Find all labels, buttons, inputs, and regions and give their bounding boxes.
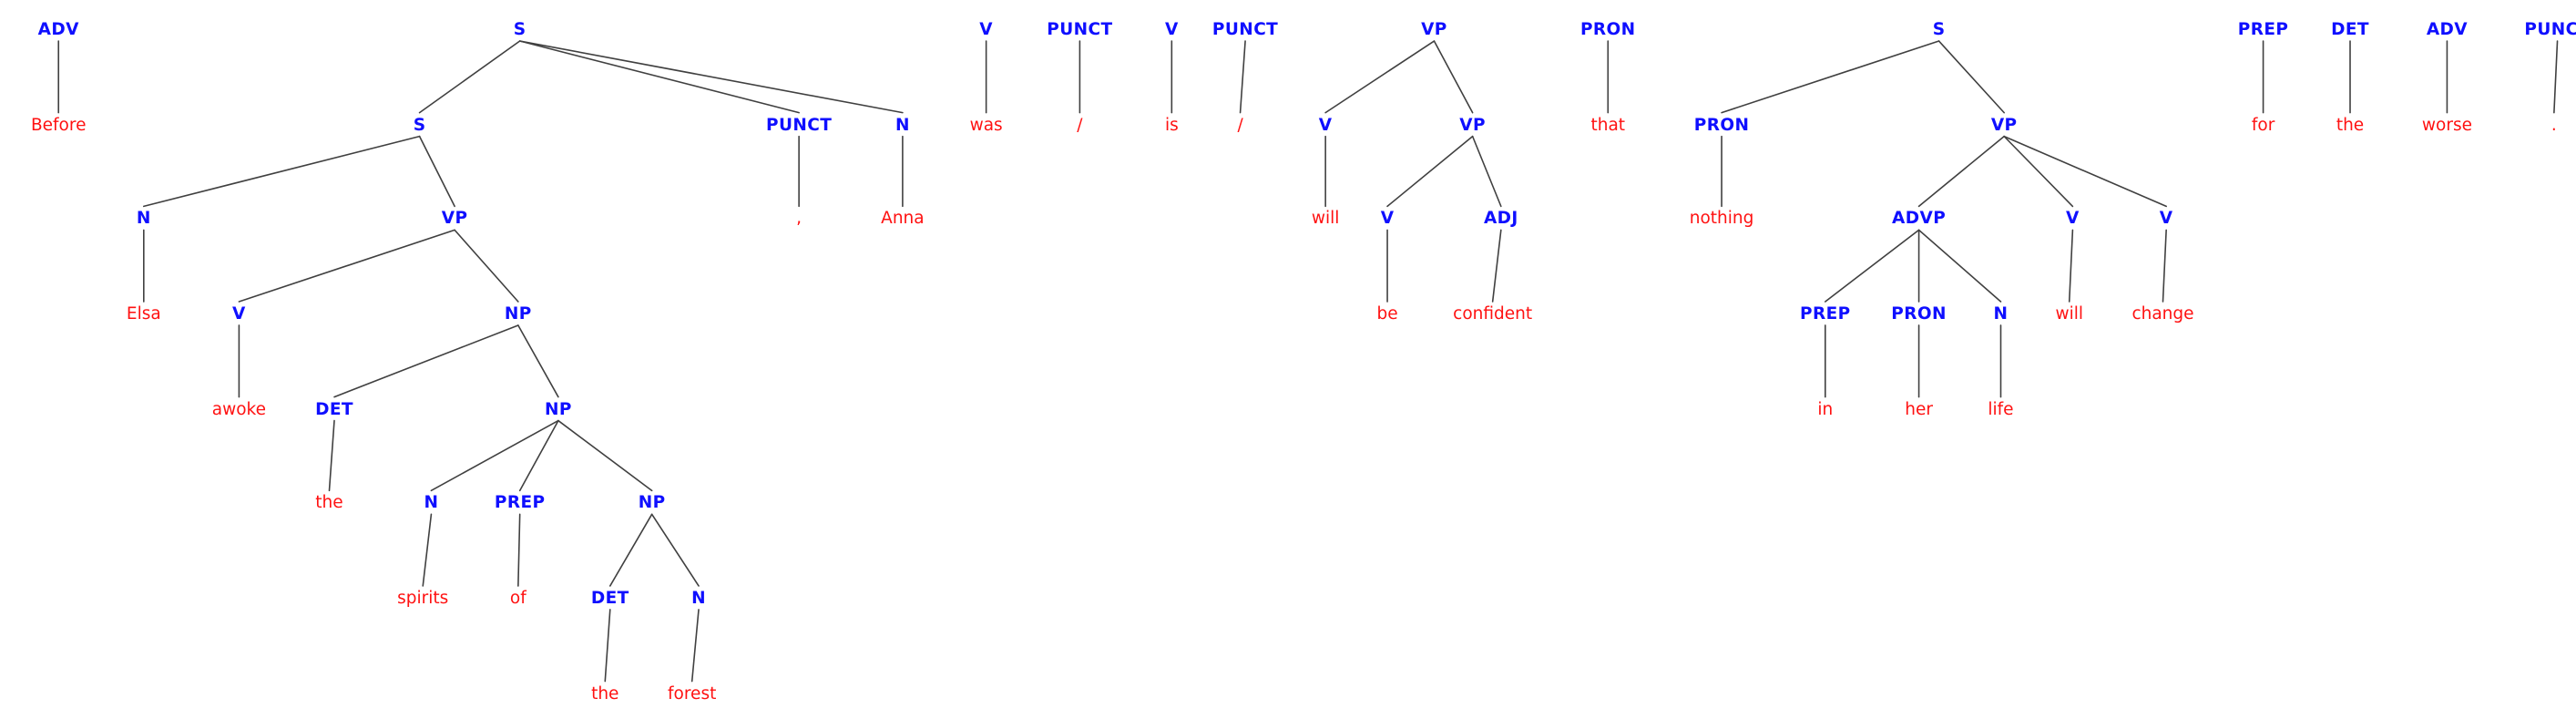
tree-nonterminal-pron: PRON (1579, 19, 1636, 39)
tree-terminal-the: the (315, 493, 343, 513)
tree-terminal-spirits: spirits (397, 588, 449, 608)
tree-terminal-awoke: awoke (211, 399, 267, 419)
tree-terminal-in: in (1817, 399, 1834, 419)
tree-nonterminal-v: V (1164, 19, 1179, 39)
tree-terminal-before: Before (30, 115, 87, 135)
tree-terminal-forest: forest (668, 683, 717, 704)
tree-nonterminal-punct: PUNCT (2524, 19, 2576, 39)
tree-nonterminal-np: NP (638, 493, 666, 513)
tree-nonterminal-vp: VP (1990, 115, 2018, 135)
tree-nonterminal-n: N (894, 115, 910, 135)
tree-terminal-anna: Anna (881, 209, 925, 229)
tree-nonterminal-det: DET (2331, 19, 2369, 39)
tree-nonterminal-vp: VP (1421, 19, 1447, 39)
tree-terminal-her: her (1905, 399, 1933, 419)
tree-terminal-confident: confident (1453, 303, 1533, 324)
tree-nonterminal-adv: ADV (2426, 19, 2469, 39)
tree-nonterminal-vp: VP (1459, 115, 1486, 135)
tree-terminal-of: of (509, 588, 526, 608)
tree-nonterminal-n: N (1993, 303, 2009, 324)
tree-nonterminal-v: V (1318, 115, 1333, 135)
tree-nonterminal-v: V (1380, 209, 1395, 229)
tree-nonterminal-s: S (513, 19, 526, 39)
parse-tree-canvas: ADV Before S S PUNCT N, Anna N VP Elsa V NP awoke DET… (0, 0, 2576, 709)
tree-terminal-that: that (1590, 115, 1626, 135)
tree-terminal-worse: worse (2421, 115, 2472, 135)
tree-nonterminal-v: V (979, 19, 993, 39)
tree-terminal-is: is (1164, 115, 1179, 135)
tree-terminal-for: for (2251, 115, 2275, 135)
tree-terminal-be: be (1376, 303, 1398, 324)
tree-terminal-nothing: nothing (1689, 209, 1754, 229)
tree-nonterminal-v: V (2159, 209, 2173, 229)
tree-nonterminal-pron: PRON (1693, 115, 1750, 135)
tree-terminal-change: change (2131, 303, 2194, 324)
tree-nonterminal-adj: ADJ (1483, 209, 1518, 229)
tree-nonterminal-punct: PUNCT (1211, 19, 1279, 39)
tree-nonterminal-v: V (232, 303, 246, 324)
tree-nonterminal-pron: PRON (1891, 303, 1947, 324)
tree-nonterminal-adv: ADV (37, 19, 79, 39)
tree-nonterminal-n: N (424, 493, 439, 513)
tree-terminal-: / (1077, 115, 1083, 135)
tree-terminal-the: the (591, 683, 619, 704)
tree-node-layer: ADV Before S S PUNCT N, Anna N VP Elsa V NP awoke DET… (0, 0, 2576, 709)
tree-terminal-: / (1237, 115, 1243, 135)
tree-terminal-: . (2550, 115, 2557, 135)
tree-terminal-will: will (1311, 209, 1340, 229)
tree-terminal-elsa: Elsa (126, 303, 161, 324)
tree-terminal-life: life (1988, 399, 2014, 419)
tree-nonterminal-det: DET (315, 399, 353, 419)
tree-nonterminal-n: N (691, 588, 706, 608)
tree-nonterminal-s: S (413, 115, 426, 135)
tree-nonterminal-s: S (1932, 19, 1946, 39)
tree-terminal-the: the (2336, 115, 2365, 135)
tree-nonterminal-det: DET (590, 588, 629, 608)
tree-nonterminal-np: NP (504, 303, 532, 324)
tree-terminal-will: will (2055, 303, 2083, 324)
tree-nonterminal-punct: PUNCT (1047, 19, 1113, 39)
tree-nonterminal-prep: PREP (1800, 303, 1851, 324)
tree-nonterminal-n: N (136, 209, 151, 229)
tree-terminal-: , (796, 209, 802, 229)
tree-nonterminal-np: NP (544, 399, 572, 419)
tree-terminal-was: was (969, 115, 1003, 135)
tree-nonterminal-vp: VP (441, 209, 468, 229)
tree-nonterminal-punct: PUNCT (765, 115, 833, 135)
tree-nonterminal-v: V (2066, 209, 2080, 229)
tree-nonterminal-prep: PREP (494, 493, 546, 513)
tree-nonterminal-prep: PREP (2237, 19, 2289, 39)
tree-nonterminal-advp: ADVP (1892, 209, 1947, 229)
